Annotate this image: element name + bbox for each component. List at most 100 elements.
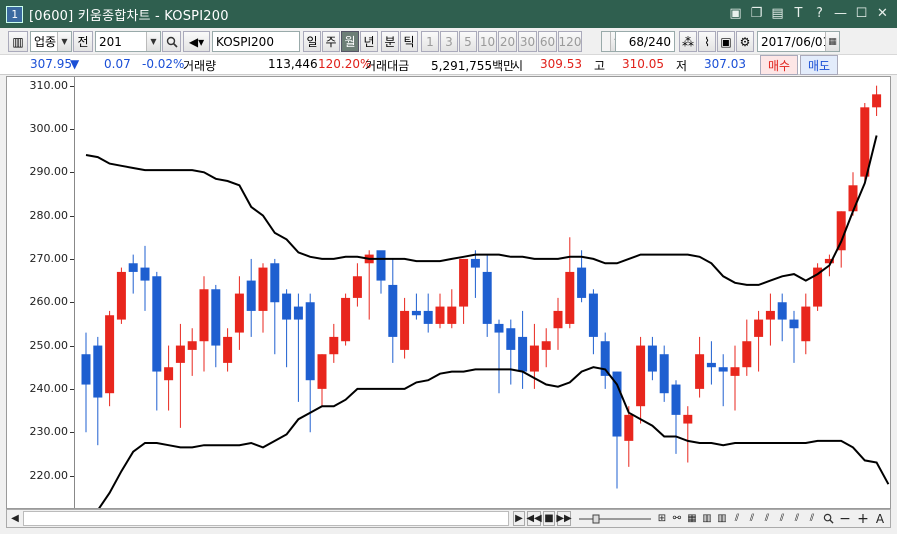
interval-20-button[interactable]: 20 xyxy=(498,31,517,52)
candle[interactable] xyxy=(411,293,421,320)
candle[interactable] xyxy=(518,310,528,389)
interval-10-button[interactable]: 10 xyxy=(478,31,497,52)
candle[interactable] xyxy=(506,319,516,385)
trendline-icon[interactable]: ⫽ xyxy=(775,511,789,526)
candle[interactable] xyxy=(175,323,185,428)
trendline-icon[interactable]: ⫽ xyxy=(760,511,774,526)
period-week-button[interactable]: 주 xyxy=(322,31,340,52)
candle[interactable] xyxy=(872,85,882,116)
sector-select[interactable]: 업종 ▼ xyxy=(30,31,72,52)
table-icon[interactable]: ▦ xyxy=(685,511,699,526)
candle[interactable] xyxy=(636,336,646,424)
window-copy-icon[interactable]: ❐ xyxy=(748,5,765,22)
candle[interactable] xyxy=(695,336,705,398)
scroll-left-icon[interactable]: ◀ xyxy=(9,511,21,526)
candle[interactable] xyxy=(341,293,351,346)
text-tool-button[interactable]: A xyxy=(874,511,886,526)
chevron-down-icon[interactable]: ▼ xyxy=(146,32,160,51)
candle[interactable] xyxy=(730,345,740,411)
date-field[interactable]: 2017/06/01 ▦ xyxy=(757,31,840,52)
candle[interactable] xyxy=(600,332,610,389)
trendline-icon[interactable]: ⫽ xyxy=(805,511,819,526)
candle[interactable] xyxy=(352,263,362,307)
sell-button[interactable]: 매도 xyxy=(800,55,838,75)
all-button[interactable]: 전 xyxy=(73,31,93,52)
link-icon[interactable]: ⚯ xyxy=(670,511,684,526)
candle[interactable] xyxy=(81,332,91,433)
candle[interactable] xyxy=(293,293,303,402)
candle[interactable] xyxy=(435,293,445,329)
font-size-icon[interactable]: T xyxy=(790,5,807,22)
candle[interactable] xyxy=(282,289,292,368)
candle[interactable] xyxy=(199,276,209,372)
candle[interactable] xyxy=(223,328,233,372)
grid-icon[interactable]: ▥ xyxy=(700,511,714,526)
period-tick-button[interactable]: 틱 xyxy=(400,31,418,52)
interval-3-button[interactable]: 3 xyxy=(440,31,458,52)
maximize-icon[interactable]: ☐ xyxy=(853,5,870,22)
candle[interactable] xyxy=(470,250,480,298)
trendline-icon[interactable]: ⫽ xyxy=(745,511,759,526)
candle[interactable] xyxy=(706,341,716,385)
candle[interactable] xyxy=(494,319,504,394)
candle[interactable] xyxy=(541,328,551,368)
period-day-button[interactable]: 일 xyxy=(303,31,321,52)
candle[interactable] xyxy=(423,293,433,333)
candle[interactable] xyxy=(813,263,823,311)
candle[interactable] xyxy=(482,254,492,337)
candle[interactable] xyxy=(647,336,657,381)
candle[interactable] xyxy=(400,297,410,359)
period-year-button[interactable]: 년 xyxy=(360,31,378,52)
zoom-icon[interactable] xyxy=(821,511,835,526)
zoom-in-button[interactable]: + xyxy=(857,511,869,527)
candle[interactable] xyxy=(789,310,799,363)
layout-toggle-icon[interactable]: ▥ xyxy=(8,31,28,52)
stop-button[interactable]: ■ xyxy=(543,511,555,526)
chevron-down-icon[interactable]: ▼ xyxy=(57,32,71,51)
candle[interactable] xyxy=(659,345,669,402)
period-month-button[interactable]: 월 xyxy=(341,31,359,52)
zoom-out-button[interactable]: − xyxy=(839,511,851,527)
close-icon[interactable]: ✕ xyxy=(874,5,891,22)
chart-type-icon[interactable]: ⌇ xyxy=(698,31,716,52)
candle[interactable] xyxy=(317,354,327,407)
candle[interactable] xyxy=(376,250,386,294)
name-field[interactable]: KOSPI200 xyxy=(212,31,300,52)
help-icon[interactable]: ? xyxy=(811,5,828,22)
chart-area[interactable]: 310.00 300.00 290.00 280.00 270.00 260.00 250.… xyxy=(6,76,891,509)
candlestick-plot[interactable] xyxy=(76,77,890,508)
candle[interactable] xyxy=(258,263,268,333)
period-minute-button[interactable]: 분 xyxy=(381,31,399,52)
candle[interactable] xyxy=(187,328,197,376)
candle[interactable] xyxy=(364,250,374,320)
calendar-icon[interactable]: ▦ xyxy=(825,32,839,51)
zoom-slider[interactable] xyxy=(577,511,653,526)
settings-gear-icon[interactable]: ⚙ xyxy=(736,31,754,52)
save-icon[interactable]: ▣ xyxy=(717,31,735,52)
candle[interactable] xyxy=(211,284,221,368)
grid-icon[interactable]: ▥ xyxy=(715,511,729,526)
candle[interactable] xyxy=(765,293,775,346)
trendline-icon[interactable]: ⫽ xyxy=(730,511,744,526)
buy-button[interactable]: 매수 xyxy=(760,55,798,75)
crosshair-icon[interactable]: ⊞ xyxy=(655,511,669,526)
candle[interactable] xyxy=(152,271,162,411)
play-button[interactable]: ▶ xyxy=(513,511,525,526)
candle[interactable] xyxy=(128,254,138,294)
candle[interactable] xyxy=(93,336,103,446)
candle[interactable] xyxy=(565,237,575,329)
candle[interactable] xyxy=(671,380,681,454)
candle[interactable] xyxy=(612,371,622,489)
candle[interactable] xyxy=(754,310,764,372)
scroll-track[interactable] xyxy=(23,511,509,526)
fast-forward-button[interactable]: ▶▶ xyxy=(556,511,572,526)
candle[interactable] xyxy=(777,293,787,342)
candle[interactable] xyxy=(553,297,563,350)
candle[interactable] xyxy=(234,276,244,350)
indicator-icon[interactable]: ⁂ xyxy=(679,31,697,52)
candle[interactable] xyxy=(683,406,693,463)
candle[interactable] xyxy=(718,354,728,407)
candle[interactable] xyxy=(742,319,752,376)
minimize-icon[interactable]: — xyxy=(832,5,849,22)
interval-1-button[interactable]: 1 xyxy=(421,31,439,52)
